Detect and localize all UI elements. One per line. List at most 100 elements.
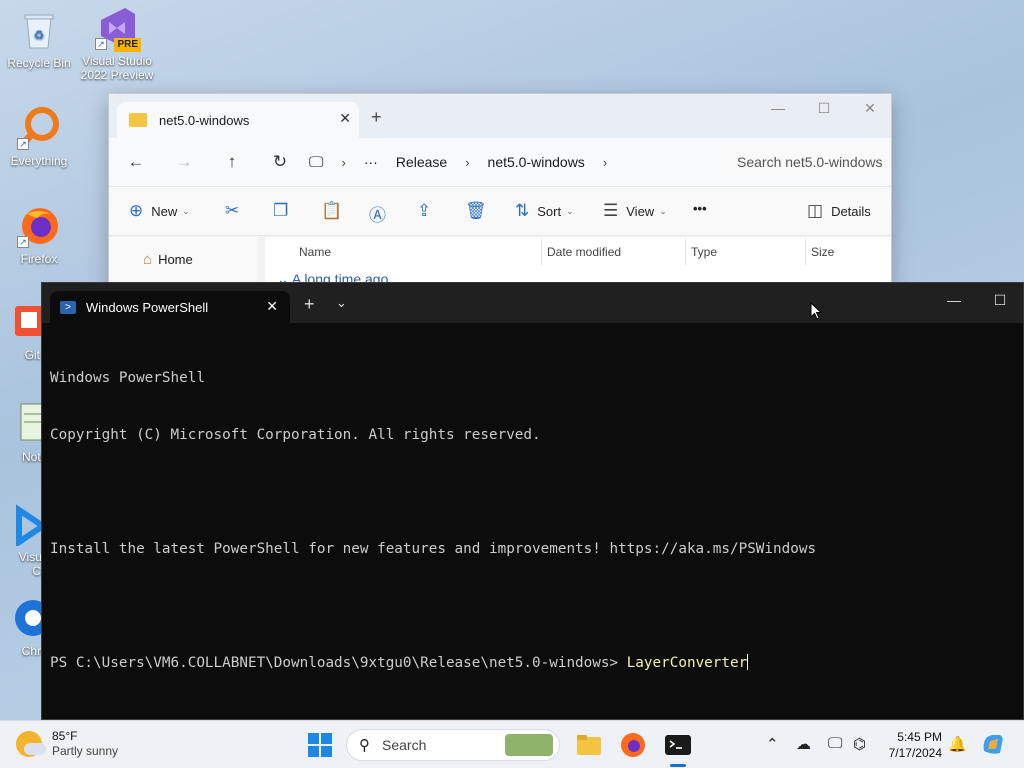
prompt: PS C:\Users\VM6.COLLABNET\Downloads\9xtg… (50, 655, 627, 671)
minimize-button[interactable]: — (931, 292, 977, 308)
desktop-icon-label: Firefox (20, 252, 58, 266)
column-separator[interactable] (805, 239, 806, 265)
up-arrow-icon[interactable]: ↑ (208, 152, 256, 172)
terminal-tab[interactable]: > Windows PowerShell ✕ (50, 291, 290, 323)
share-button[interactable]: ⇪ (417, 201, 439, 221)
taskbar-firefox-icon[interactable] (619, 731, 647, 759)
taskbar: 85°F Partly sunny ⚲ Search ⌃ ☁ 🖵 ⌬ 5:45 … (0, 720, 1024, 768)
chevron-right-icon[interactable]: › (465, 155, 469, 170)
rename-button[interactable]: Ⓐ (369, 201, 394, 226)
breadcrumb-more[interactable]: ··· (364, 154, 378, 170)
column-header-name[interactable]: Name (299, 245, 331, 259)
maximize-button[interactable]: ☐ (801, 100, 847, 117)
vscode-icon (1, 502, 49, 548)
copilot-icon[interactable] (980, 731, 1006, 761)
clock-date: 7/17/2024 (888, 746, 942, 760)
visual-studio-icon: PRE ↗ (95, 6, 141, 52)
paste-button[interactable]: 📋 (321, 201, 350, 221)
weather-widget[interactable]: 85°F Partly sunny (16, 729, 118, 759)
clock[interactable]: 5:45 PM 7/17/2024 (876, 729, 942, 761)
forward-arrow-icon[interactable]: → (160, 152, 208, 172)
desktop-icon-everything[interactable]: ↗ Everything (1, 106, 77, 168)
close-tab-icon[interactable]: ✕ (266, 298, 278, 315)
address-bar[interactable]: 🖵 › ··· Release › net5.0-windows › (309, 145, 713, 179)
file-explorer-window[interactable]: net5.0-windows ✕ + — ☐ ✕ ← → ↑ ↻ 🖵 › ···… (108, 93, 892, 293)
shortcut-arrow-icon: ↗ (95, 38, 107, 50)
weather-condition: Partly sunny (52, 744, 119, 758)
desktop-icon-label: Visual Studio 2022 Preview (80, 54, 154, 82)
explorer-tab[interactable]: net5.0-windows ✕ (117, 102, 359, 138)
start-button[interactable] (308, 733, 332, 757)
chevron-right-icon[interactable]: › (341, 155, 345, 170)
chevron-up-icon[interactable]: ⌃ (766, 735, 779, 753)
desktop-icon-firefox[interactable]: ↗ Firefox (1, 204, 77, 266)
explorer-command-bar: ⊕ New ⌄ ✂ ❐ 📋 Ⓐ ⇪ 🗑 ⇅ Sort ⌄ ☰ View ⌄ ••… (109, 186, 891, 236)
new-tab-button[interactable]: + (304, 294, 315, 315)
shortcut-arrow-icon: ↗ (17, 138, 29, 150)
windows-logo-tile (321, 733, 332, 744)
terminal-output[interactable]: Windows PowerShell Copyright (C) Microso… (50, 331, 1010, 711)
partly-sunny-icon (16, 731, 46, 757)
scissors-icon: ✂ (225, 201, 240, 220)
notification-bell-icon[interactable]: 🔔 (948, 735, 967, 753)
terminal-line: Windows PowerShell (50, 370, 205, 386)
chevron-right-icon[interactable]: › (603, 155, 607, 170)
column-header-size[interactable]: Size (811, 245, 834, 259)
copy-button[interactable]: ❐ (273, 201, 296, 221)
explorer-search-input[interactable]: Search net5.0-windows (725, 145, 887, 179)
clipboard-icon: 📋 (321, 201, 343, 220)
chevron-down-icon: ⌄ (566, 205, 574, 216)
details-pane-icon: ◫ (807, 201, 824, 220)
breadcrumb-current-folder[interactable]: net5.0-windows (488, 154, 585, 170)
taskbar-file-explorer-icon[interactable] (575, 731, 603, 759)
powershell-icon: > (60, 300, 76, 314)
column-header-date-modified[interactable]: Date modified (547, 245, 621, 259)
desktop-icon-label: Recycle Bin (7, 56, 71, 70)
notepad-icon (1, 402, 45, 446)
everything-search-icon: ↗ (17, 106, 61, 150)
onedrive-offline-icon[interactable]: ☁ (796, 735, 811, 753)
minimize-button[interactable]: — (755, 100, 801, 116)
chevron-down-icon[interactable]: ⌄ (336, 295, 347, 311)
taskbar-terminal-icon[interactable] (664, 731, 692, 759)
more-options-button[interactable]: ••• (693, 201, 707, 216)
plus-circle-icon: ⊕ (129, 201, 144, 220)
typed-command: LayerConverter (626, 655, 748, 671)
search-icon: ⚲ (359, 737, 370, 754)
back-arrow-icon[interactable]: ← (112, 152, 160, 172)
trash-icon: 🗑 (465, 201, 487, 220)
network-icon[interactable]: ⌬ (853, 735, 866, 753)
weather-temperature: 85°F (52, 729, 78, 743)
column-header-type[interactable]: Type (691, 245, 717, 259)
share-icon: ⇪ (417, 201, 432, 220)
column-separator[interactable] (685, 239, 686, 265)
breadcrumb-release[interactable]: Release (396, 154, 447, 170)
command-line[interactable]: PS C:\Users\VM6.COLLABNET\Downloads\9xtg… (50, 654, 1010, 673)
shortcut-arrow-icon: ↗ (17, 236, 29, 248)
computer-icon[interactable]: 🖵 (309, 154, 323, 171)
desktop-icon-visual-studio[interactable]: PRE ↗ Visual Studio 2022 Preview (79, 6, 155, 82)
new-tab-button[interactable]: + (371, 107, 382, 128)
desktop-icon-recycle-bin[interactable]: ♻ Recycle Bin (1, 8, 77, 70)
powershell-terminal-window[interactable]: > Windows PowerShell ✕ + ⌄ — ☐ Windows P… (41, 282, 1024, 720)
display-icon[interactable]: 🖵 (828, 735, 842, 752)
column-separator[interactable] (541, 239, 542, 265)
new-button[interactable]: ⊕ New ⌄ (129, 201, 190, 221)
terminal-titlebar[interactable]: > Windows PowerShell ✕ + ⌄ — ☐ (42, 283, 1023, 323)
close-window-button[interactable]: ✕ (847, 100, 893, 117)
delete-button[interactable]: 🗑 (465, 201, 495, 221)
view-button[interactable]: ☰ View ⌄ (603, 201, 667, 221)
taskbar-search-box[interactable]: ⚲ Search (346, 729, 560, 761)
details-pane-button[interactable]: ◫ Details (807, 201, 871, 221)
explorer-titlebar[interactable]: net5.0-windows ✕ + — ☐ ✕ (109, 94, 891, 138)
home-icon: ⌂ (143, 251, 153, 268)
close-tab-icon[interactable]: ✕ (339, 110, 351, 127)
sort-button[interactable]: ⇅ Sort ⌄ (515, 201, 574, 221)
cut-button[interactable]: ✂ (225, 201, 247, 221)
terminal-line: Copyright (C) Microsoft Corporation. All… (50, 427, 541, 443)
sidebar-item-home[interactable]: ⌂ Home (143, 251, 193, 268)
maximize-button[interactable]: ☐ (977, 292, 1023, 309)
firefox-icon: ↗ (17, 204, 61, 248)
desktop-icon-label: Everything (10, 154, 68, 168)
refresh-icon[interactable]: ↻ (256, 152, 304, 172)
